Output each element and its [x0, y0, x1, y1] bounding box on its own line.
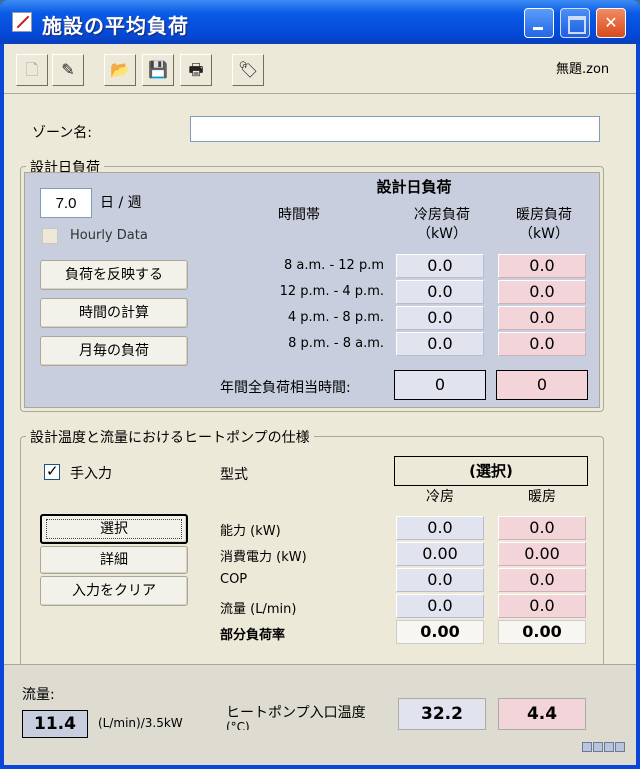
time-row-1: 12 p.m. - 4 p.m. [279, 284, 384, 299]
hp-col-heat: 暖房 [528, 489, 556, 505]
app-window: 施設の平均負荷 ✕ 🗋 ✎ 📂 💾 🖶 🏷 無題.zon ゾーン名: 設計日負荷… [0, 0, 640, 769]
zone-name-label: ゾーン名: [32, 125, 93, 141]
cool-load-2[interactable]: 0.0 [396, 306, 484, 330]
model-label: 型式 [220, 467, 248, 483]
reflect-load-button[interactable]: 負荷を反映する [40, 260, 188, 290]
print-icon[interactable]: 🖶 [180, 54, 212, 86]
flow-label: 流量: [22, 687, 55, 703]
open-folder-icon[interactable]: 📂 [104, 54, 136, 86]
close-button[interactable]: ✕ [596, 8, 626, 38]
days-unit-label: 日 / 週 [100, 195, 142, 211]
heat-load-0[interactable]: 0.0 [498, 254, 586, 278]
hp-row-label-4: 部分負荷率 [220, 628, 286, 643]
hourly-data-checkbox[interactable] [42, 228, 58, 244]
time-row-3: 8 p.m. - 8 a.m. [288, 336, 384, 351]
heat-load-3[interactable]: 0.0 [498, 332, 586, 356]
inlet-temp-cool: 32.2 [398, 698, 486, 730]
heatpump-group-title: 設計温度と流量におけるヒートポンプの仕様 [26, 427, 314, 447]
toolbar: 🗋 ✎ 📂 💾 🖶 🏷 無題.zon [4, 44, 636, 94]
manual-input-label: 手入力 [70, 466, 112, 482]
title-bar[interactable]: 施設の平均負荷 ✕ [0, 0, 640, 44]
file-name: 無題.zon [556, 62, 610, 77]
model-field[interactable]: (選択) [394, 456, 588, 486]
time-row-0: 8 a.m. - 12 p.m [284, 258, 384, 273]
col-cool-unit: （kW） [417, 226, 467, 242]
col-heat-unit: （kW） [519, 226, 569, 242]
minimize-button[interactable] [524, 8, 554, 38]
hp-row-label-2: COP [220, 572, 248, 587]
annual-hours-cool: 0 [394, 370, 486, 400]
flow-value: 11.4 [22, 710, 88, 738]
manual-input-checkbox[interactable]: ✓ [44, 462, 60, 480]
heat-load-1[interactable]: 0.0 [498, 280, 586, 304]
inlet-temp-label: ヒートポンプ入口温度 [226, 705, 366, 721]
annual-hours-label: 年間全負荷相当時間: [220, 380, 351, 396]
hp-cool-1[interactable]: 0.00 [396, 542, 484, 566]
hp-heat-2[interactable]: 0.0 [498, 568, 586, 592]
col-cool-header: 冷房負荷 [414, 207, 470, 223]
cool-load-1[interactable]: 0.0 [396, 280, 484, 304]
select-button[interactable]: 選択 [40, 514, 188, 544]
flow-unit: (L/min)/3.5kW [98, 716, 183, 730]
zone-name-input[interactable] [190, 116, 600, 142]
hourly-data-label: Hourly Data [70, 228, 148, 243]
details-button[interactable]: 詳細 [40, 546, 188, 574]
hp-cool-0[interactable]: 0.0 [396, 516, 484, 540]
inlet-temp-heat: 4.4 [498, 698, 586, 730]
checkmark-icon: ✓ [46, 462, 59, 480]
days-per-week-input[interactable] [40, 188, 92, 218]
cool-load-3[interactable]: 0.0 [396, 332, 484, 356]
hp-cool-3[interactable]: 0.0 [396, 594, 484, 618]
time-row-2: 4 p.m. - 8 p.m. [287, 310, 384, 325]
col-heat-header: 暖房負荷 [516, 207, 572, 223]
hp-row-label-0: 能力 (kW) [220, 524, 281, 539]
hp-heat-3[interactable]: 0.0 [498, 594, 586, 618]
col-time-header: 時間帯 [278, 207, 320, 223]
window-title: 施設の平均負荷 [42, 14, 189, 38]
eraser-icon[interactable]: ✎ [52, 54, 84, 86]
annual-hours-heat: 0 [496, 370, 588, 400]
hp-row-label-1: 消費電力 (kW) [220, 550, 307, 565]
hp-heat-0[interactable]: 0.0 [498, 516, 586, 540]
hp-col-cool: 冷房 [426, 489, 454, 505]
clear-input-button[interactable]: 入力をクリア [40, 576, 188, 606]
cool-load-0[interactable]: 0.0 [396, 254, 484, 278]
maximize-button[interactable] [560, 8, 590, 38]
client-area: 🗋 ✎ 📂 💾 🖶 🏷 無題.zon ゾーン名: 設計日負荷 日 / 週 Hou… [4, 44, 636, 765]
monthly-load-button[interactable]: 月毎の負荷 [40, 336, 188, 366]
app-icon [12, 12, 32, 32]
save-icon[interactable]: 💾 [142, 54, 174, 86]
status-indicator [582, 742, 626, 754]
inlet-temp-unit: (°C) [226, 720, 250, 730]
hp-row-label-3: 流量 (L/min) [220, 602, 297, 617]
hp-cool-2[interactable]: 0.0 [396, 568, 484, 592]
new-file-icon[interactable]: 🗋 [16, 54, 48, 86]
hp-heat-1[interactable]: 0.00 [498, 542, 586, 566]
tag-icon[interactable]: 🏷 [232, 54, 264, 86]
calc-hours-button[interactable]: 時間の計算 [40, 298, 188, 328]
hp-cool-4: 0.00 [396, 620, 484, 644]
heat-load-2[interactable]: 0.0 [498, 306, 586, 330]
design-table-title: 設計日負荷 [376, 178, 452, 196]
hp-heat-4: 0.00 [498, 620, 586, 644]
